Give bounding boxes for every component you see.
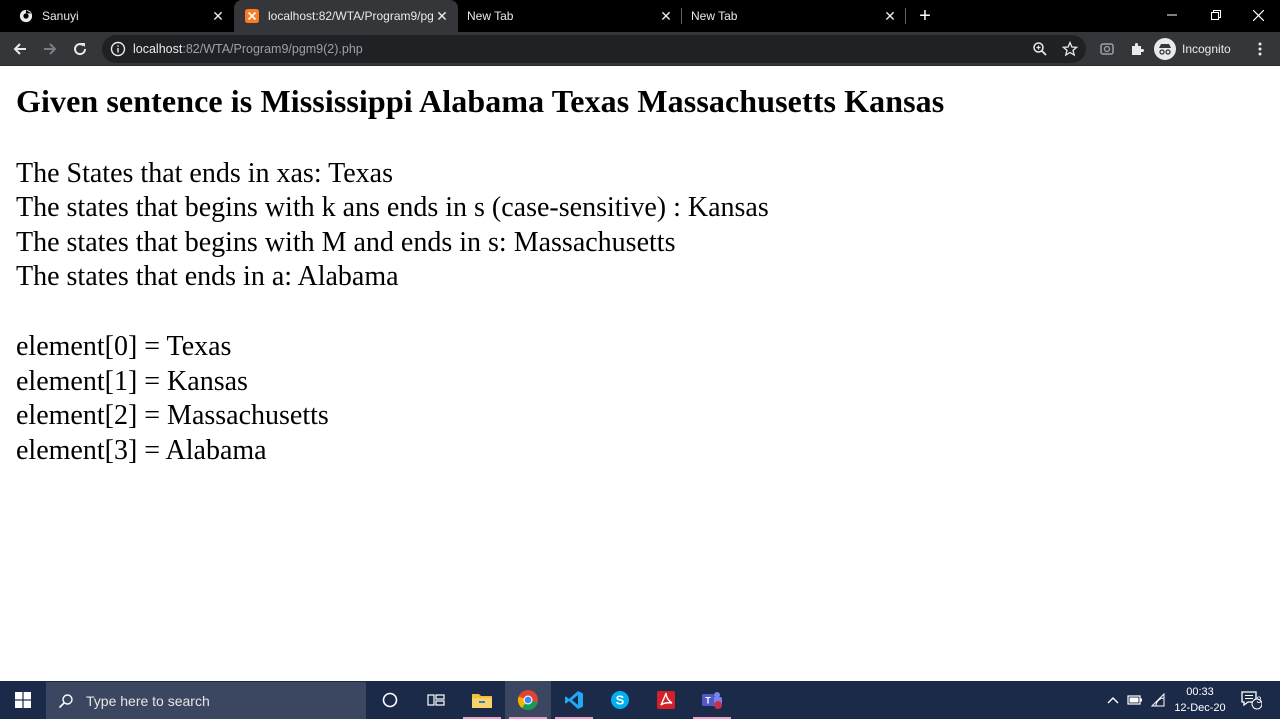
tab-title: Sanuyi (42, 9, 79, 23)
result-line: The states that begins with k ans ends i… (16, 192, 769, 223)
clock-date: 12-Dec-20 (1174, 702, 1226, 714)
teams-button[interactable]: T (689, 681, 735, 719)
restore-button[interactable] (1194, 0, 1238, 30)
folder-icon (472, 694, 492, 708)
tab-title: New Tab (691, 9, 738, 23)
incognito-profile[interactable]: Incognito (1154, 36, 1231, 62)
chevron-up-icon (1107, 697, 1119, 704)
tab-new-tab-2[interactable]: New Tab ✕ (682, 0, 906, 32)
back-button[interactable] (8, 37, 32, 61)
menu-button[interactable] (1248, 37, 1272, 61)
tab-title: localhost:82/WTA/Program9/pgm9(2).php (268, 9, 434, 23)
wifi-button[interactable] (1148, 681, 1168, 719)
tab-new-tab-1[interactable]: New Tab ✕ (458, 0, 682, 32)
file-explorer-button[interactable] (459, 681, 505, 719)
notification-count: 3 (1256, 695, 1262, 705)
sync-button[interactable] (1095, 37, 1119, 61)
incognito-icon (1154, 38, 1176, 60)
close-icon[interactable]: ✕ (210, 8, 226, 24)
task-view-button[interactable] (413, 681, 459, 719)
chrome-icon (18, 8, 34, 24)
search-placeholder: Type here to search (86, 692, 210, 709)
result-line: The States that ends in xas: Texas (16, 158, 394, 189)
minimize-button[interactable] (1150, 0, 1194, 30)
action-center-button[interactable]: 3 (1236, 681, 1266, 719)
bookmark-star-icon[interactable] (1062, 41, 1078, 57)
task-view-icon (427, 694, 445, 706)
search-icon (58, 693, 73, 708)
kebab-menu-icon (1258, 42, 1262, 56)
acrobat-button[interactable] (643, 681, 689, 719)
incognito-label: Incognito (1182, 42, 1231, 56)
page-content: Given sentence is Mississippi Alabama Te… (0, 67, 1280, 681)
element-line: element[1] = Kansas (16, 366, 248, 397)
tab-strip: Sanuyi ✕ localhost:82/WTA/Program9/pgm9(… (0, 0, 1280, 32)
close-window-button[interactable] (1236, 0, 1280, 30)
svg-text:T: T (705, 696, 711, 706)
result-line: The states that ends in a: Alabama (16, 261, 399, 292)
chrome-taskbar-button[interactable] (505, 681, 551, 719)
cortana-button[interactable] (367, 681, 413, 719)
address-bar[interactable]: localhost:82/WTA/Program9/pgm9(2).php (102, 35, 1086, 63)
page-heading: Given sentence is Mississippi Alabama Te… (16, 83, 945, 119)
show-hidden-icons-button[interactable] (1104, 681, 1122, 719)
back-arrow-icon (13, 43, 26, 55)
taskbar-search[interactable]: Type here to search (46, 682, 366, 719)
close-icon[interactable]: ✕ (882, 8, 898, 24)
tab-separator (905, 8, 906, 24)
element-line: element[2] = Massachusetts (16, 400, 329, 431)
teams-icon: T (702, 692, 722, 709)
taskbar-clock[interactable]: 00:33 12-Dec-20 (1166, 684, 1234, 716)
windows-logo-icon (15, 692, 31, 708)
chrome-icon (517, 690, 538, 710)
vscode-button[interactable] (551, 681, 597, 719)
battery-icon (1127, 695, 1142, 705)
browser-toolbar: localhost:82/WTA/Program9/pgm9(2).php In… (0, 32, 1280, 66)
clock-time: 00:33 (1186, 686, 1214, 698)
svg-text:S: S (616, 693, 625, 708)
extensions-button[interactable] (1125, 37, 1149, 61)
cortana-circle-icon (382, 692, 398, 708)
start-button[interactable] (0, 681, 46, 719)
forward-arrow-icon (44, 43, 57, 55)
tab-title: New Tab (467, 9, 514, 23)
tab-localhost[interactable]: localhost:82/WTA/Program9/pgm9(2).php ✕ (234, 0, 458, 32)
acrobat-icon (657, 691, 675, 709)
result-line: The states that begins with M and ends i… (16, 227, 676, 258)
forward-button[interactable] (38, 37, 62, 61)
vscode-icon (565, 691, 583, 709)
reload-icon (74, 43, 87, 56)
zoom-icon[interactable] (1032, 41, 1048, 57)
puzzle-icon (1132, 43, 1144, 55)
skype-icon: S (611, 691, 629, 709)
new-tab-button[interactable]: + (914, 5, 936, 27)
tab-sanuyi[interactable]: Sanuyi ✕ (0, 0, 234, 32)
skype-button[interactable]: S (597, 681, 643, 719)
close-icon[interactable]: ✕ (658, 8, 674, 24)
element-line: element[3] = Alabama (16, 435, 267, 466)
wifi-icon (1150, 693, 1165, 707)
info-icon[interactable] (110, 41, 126, 57)
reload-button[interactable] (68, 37, 92, 61)
element-line: element[0] = Texas (16, 331, 232, 362)
xampp-icon (244, 8, 260, 24)
sync-icon (1100, 43, 1114, 55)
battery-button[interactable] (1125, 681, 1145, 719)
close-icon[interactable]: ✕ (434, 8, 450, 24)
url-text[interactable]: localhost:82/WTA/Program9/pgm9(2).php (133, 42, 363, 56)
windows-taskbar: Type here to search S T 00:33 12-Dec-20 … (0, 681, 1280, 719)
